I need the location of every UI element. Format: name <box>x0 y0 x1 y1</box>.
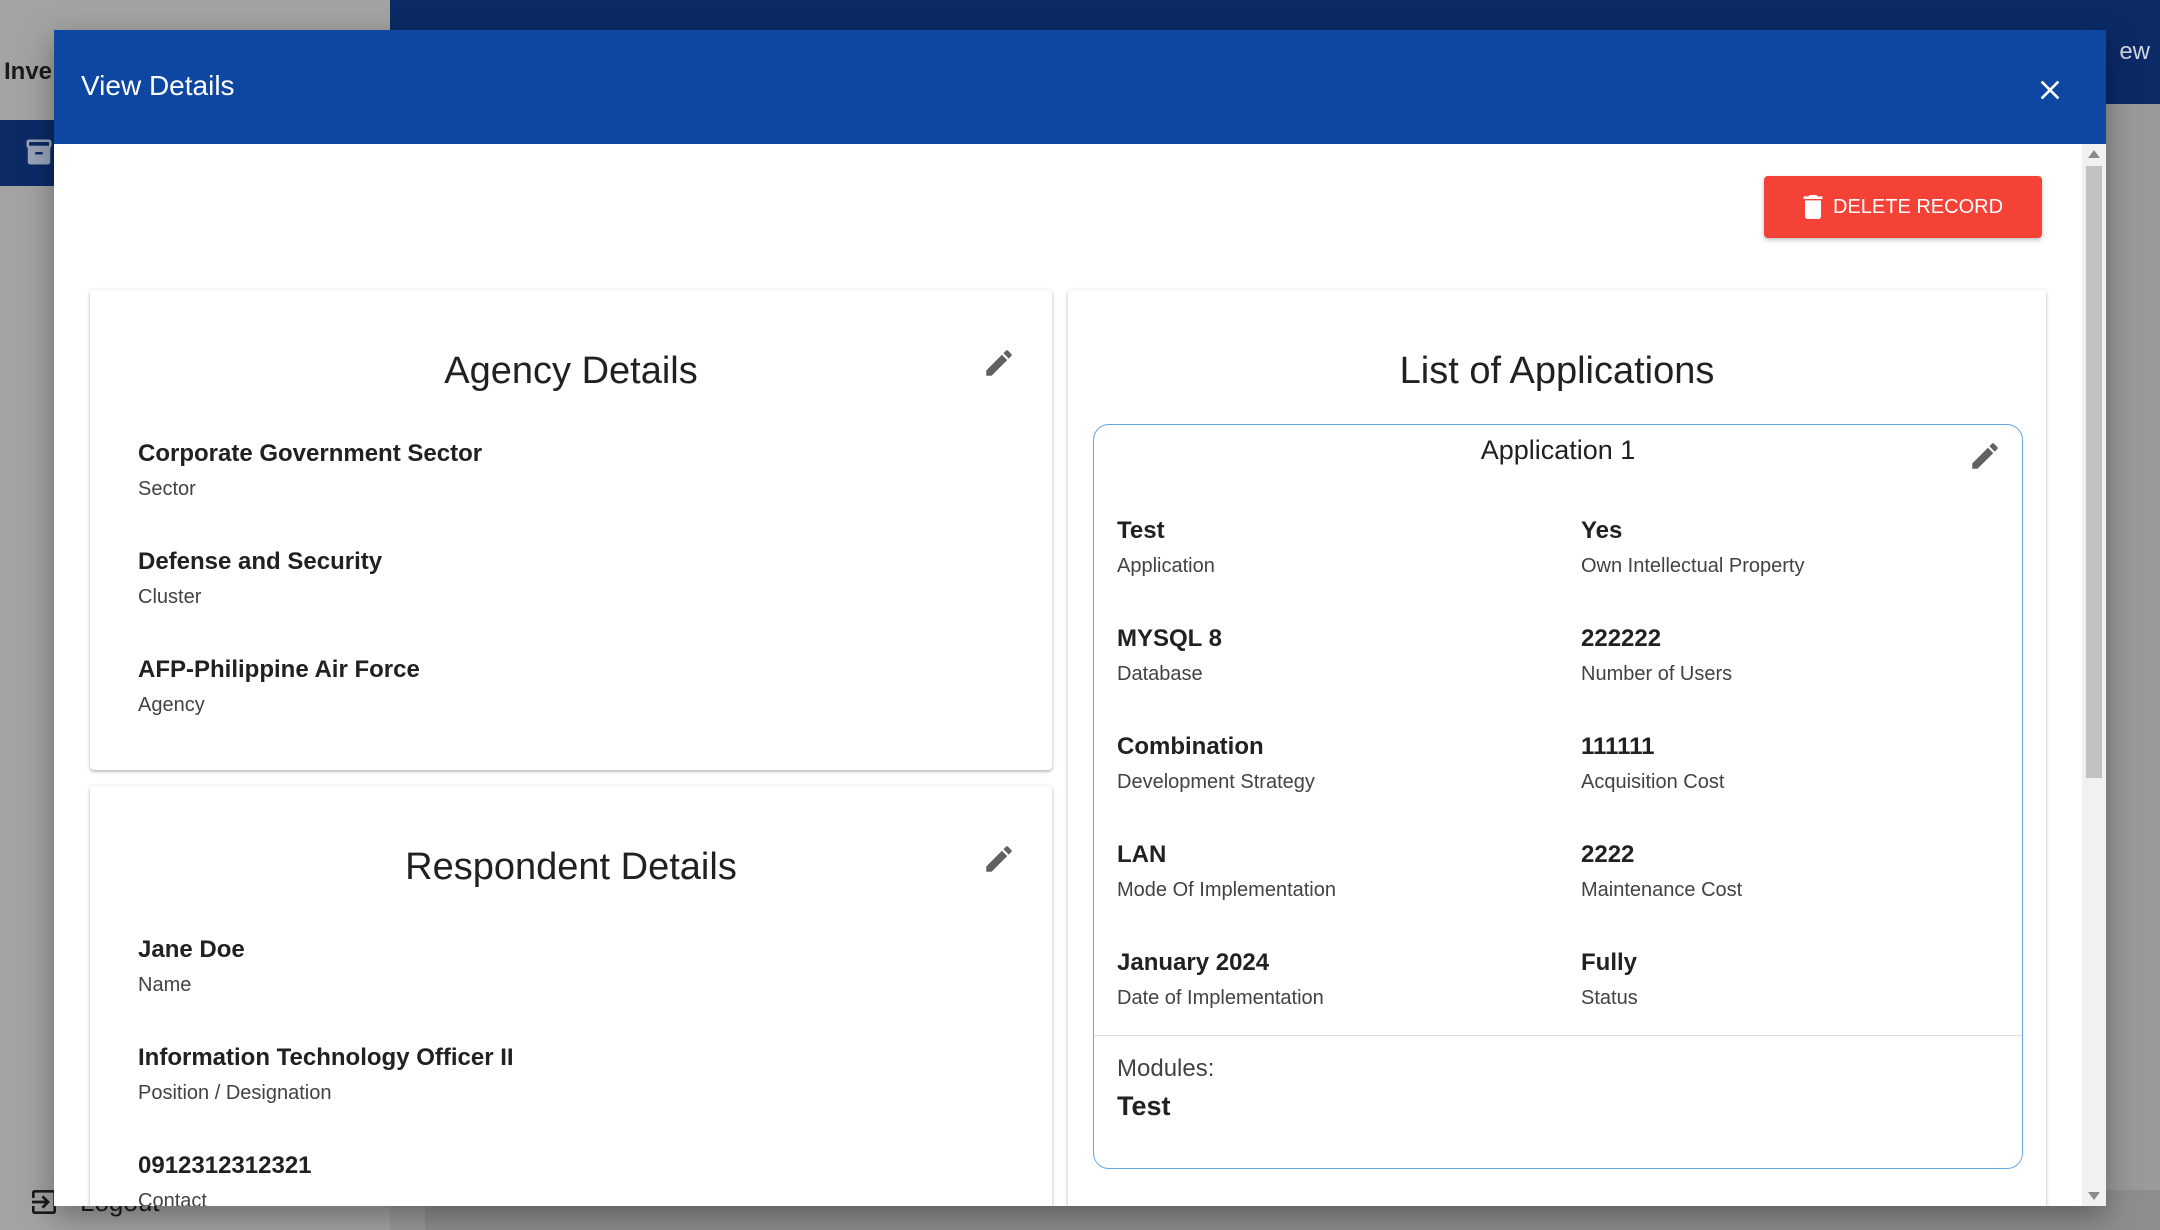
field-value: 111111 <box>1581 733 1655 760</box>
field-value: January 2024 <box>1117 949 1270 976</box>
dialog-body: DELETE RECORD Agency Details Corporate G… <box>54 144 2082 1206</box>
field-value: 0912312312321 <box>138 1152 312 1179</box>
scroll-up-arrow[interactable] <box>2088 150 2100 158</box>
field-label: Development Strategy <box>1117 771 1315 793</box>
pencil-icon[interactable] <box>1968 439 2002 473</box>
agency-details-title: Agency Details <box>444 350 698 392</box>
app-field-development-strategy: Combination Development Strategy <box>1117 733 1315 794</box>
field-value: Defense and Security <box>138 548 383 575</box>
field-value: 222222 <box>1581 625 1662 652</box>
field-label: Own Intellectual Property <box>1581 555 1805 577</box>
field-label: Date of Implementation <box>1117 987 1324 1009</box>
agency-field-cluster: Defense and Security Cluster <box>138 548 382 609</box>
app-field-own-ip: Yes Own Intellectual Property <box>1581 517 1804 578</box>
field-label: Maintenance Cost <box>1581 879 1743 901</box>
field-label: Acquisition Cost <box>1581 771 1725 793</box>
field-value: Jane Doe <box>138 936 245 963</box>
close-icon[interactable] <box>2034 74 2066 106</box>
app-field-number-of-users: 222222 Number of Users <box>1581 625 1732 686</box>
agency-field-sector: Corporate Government Sector Sector <box>138 440 482 501</box>
delete-record-label: DELETE RECORD <box>1832 195 2004 218</box>
delete-record-button[interactable]: DELETE RECORD <box>1764 176 2042 238</box>
respondent-field-position: Information Technology Officer II Positi… <box>138 1044 514 1105</box>
pencil-icon[interactable] <box>982 346 1016 380</box>
app-field-application: Test Application <box>1117 517 1215 578</box>
applications-title: List of Applications <box>1399 350 1715 392</box>
field-label: Name <box>138 974 192 996</box>
field-label: Number of Users <box>1581 663 1733 685</box>
field-value: Test <box>1117 517 1165 544</box>
field-value: Information Technology Officer II <box>138 1044 514 1071</box>
dialog-scrollbar[interactable] <box>2082 144 2106 1206</box>
field-value: Combination <box>1117 733 1264 760</box>
field-label: Contact <box>138 1190 207 1206</box>
app-field-mode-of-implementation: LAN Mode Of Implementation <box>1117 841 1336 902</box>
respondent-details-card: Respondent Details Jane Doe Name Informa… <box>90 786 1052 1206</box>
scroll-thumb[interactable] <box>2086 166 2102 778</box>
modules-value: Test <box>1117 1091 1171 1121</box>
applications-card: List of Applications Application 1 Test … <box>1068 290 2046 1206</box>
app-field-acquisition-cost: 111111 Acquisition Cost <box>1581 733 1724 794</box>
app-field-date-of-implementation: January 2024 Date of Implementation <box>1117 949 1324 1010</box>
dialog-header: View Details <box>54 30 2106 144</box>
field-label: Sector <box>138 478 196 500</box>
field-value: 2222 <box>1581 841 1635 868</box>
application-title: Application 1 <box>1480 435 1636 465</box>
field-label: Application <box>1117 555 1215 577</box>
dialog-title: View Details <box>81 70 235 101</box>
agency-details-card: Agency Details Corporate Government Sect… <box>90 290 1052 770</box>
field-value: Corporate Government Sector <box>138 440 483 467</box>
field-value: AFP-Philippine Air Force <box>138 656 420 683</box>
divider <box>1094 1035 2022 1036</box>
pencil-icon[interactable] <box>982 842 1016 876</box>
field-label: Position / Designation <box>138 1082 332 1104</box>
modules-label: Modules: <box>1117 1055 1215 1082</box>
app-field-maintenance-cost: 2222 Maintenance Cost <box>1581 841 1742 902</box>
app-field-database: MYSQL 8 Database <box>1117 625 1222 686</box>
background-app-title: Inve <box>4 58 53 85</box>
field-value: Yes <box>1581 517 1623 544</box>
respondent-field-name: Jane Doe Name <box>138 936 245 997</box>
app-field-status: Fully Status <box>1581 949 1638 1010</box>
archive-icon <box>26 139 52 165</box>
trash-icon <box>1803 195 1823 219</box>
field-value: Fully <box>1581 949 1638 976</box>
field-value: LAN <box>1117 841 1167 868</box>
field-label: Cluster <box>138 586 202 608</box>
application-item: Application 1 Test Application MYSQL 8 D… <box>1093 424 2023 1169</box>
respondent-details-title: Respondent Details <box>405 846 737 888</box>
background-view-text: ew <box>2119 38 2150 65</box>
field-label: Agency <box>138 694 205 716</box>
field-label: Database <box>1117 663 1203 685</box>
agency-field-agency: AFP-Philippine Air Force Agency <box>138 656 420 717</box>
scroll-down-arrow[interactable] <box>2088 1192 2100 1200</box>
field-value: MYSQL 8 <box>1117 625 1222 652</box>
field-label: Status <box>1581 987 1638 1009</box>
field-label: Mode Of Implementation <box>1117 879 1336 901</box>
view-details-dialog: View Details DELETE RECORD Agency Detail… <box>54 30 2106 1206</box>
respondent-field-contact: 0912312312321 Contact <box>138 1152 312 1206</box>
